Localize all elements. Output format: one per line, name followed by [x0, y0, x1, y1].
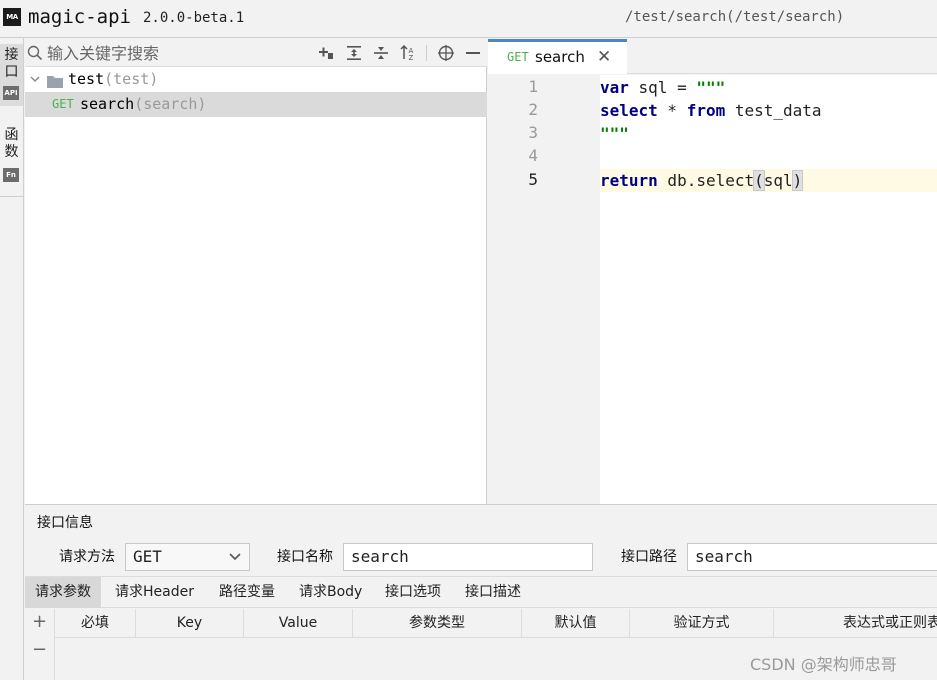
- code-token: """: [696, 78, 726, 97]
- api-icon: API: [3, 86, 19, 100]
- rail-tab-api[interactable]: 接 口 API: [0, 44, 23, 106]
- path-label: 接口路径: [621, 549, 677, 565]
- chevron-down-icon: [229, 544, 241, 580]
- bracket-match: (: [753, 170, 765, 191]
- col-expression: 表达式或正则表达式: [843, 615, 937, 631]
- code-token: sql: [763, 171, 793, 190]
- code-token: from: [686, 101, 726, 120]
- tree-group-path: (test): [104, 70, 159, 88]
- line-number: 1: [528, 77, 538, 96]
- title-bar: MA magic-api 2.0.0-beta.1 /test/search(/…: [0, 0, 937, 38]
- current-api-path: /test/search(/test/search): [625, 9, 845, 25]
- panel-title: 接口信息: [37, 515, 93, 531]
- tab-method-badge: GET: [507, 50, 529, 64]
- bracket-match: ): [791, 170, 804, 191]
- line-number: 3: [528, 123, 538, 142]
- code-line-5: return db.select(sql): [600, 169, 937, 192]
- search-icon: [27, 45, 43, 61]
- code-line-1: var sql = """: [600, 76, 937, 99]
- tree-group-name: test: [68, 70, 105, 88]
- rail-tab-functions[interactable]: 函 数 Fn: [0, 124, 23, 186]
- table-header: 必填 Key Value 参数类型 默认值 验证方式 表达式或正则表达式: [55, 609, 937, 638]
- add-icon[interactable]: [317, 44, 335, 62]
- panel-tab-bar: 请求参数 请求Header 路径变量 请求Body 接口选项 接口描述: [25, 576, 937, 608]
- code-token: var: [600, 78, 629, 97]
- toolbar-divider: [426, 45, 427, 61]
- method-select[interactable]: GET: [125, 543, 250, 571]
- tab-path-variables[interactable]: 路径变量: [209, 577, 285, 608]
- code-token: return: [600, 171, 658, 190]
- line-number: 2: [528, 100, 538, 119]
- code-token: select: [600, 101, 658, 120]
- rail-tab-functions-label: 函 数: [4, 127, 19, 160]
- tree-item-search[interactable]: GET search(search): [25, 92, 487, 117]
- remove-row-button[interactable]: −: [32, 639, 47, 660]
- app-version: 2.0.0-beta.1: [143, 10, 245, 26]
- rail-divider: [0, 196, 23, 197]
- table-actions: + −: [25, 609, 55, 680]
- tree-item-path: (search): [134, 95, 207, 113]
- watermark: CSDN @架构师忠哥: [750, 655, 897, 674]
- search-input[interactable]: [47, 42, 307, 64]
- rail-tab-api-label: 接 口: [4, 47, 19, 80]
- tab-search[interactable]: GET search ✕: [488, 39, 627, 74]
- tab-request-body[interactable]: 请求Body: [289, 577, 372, 608]
- app-logo: MA: [3, 8, 21, 26]
- function-icon: Fn: [3, 168, 19, 182]
- editor-tab-bar: GET search ✕: [488, 39, 937, 74]
- side-rail: 接 口 API 函 数 Fn: [0, 38, 24, 680]
- col-value: Value: [244, 609, 353, 638]
- col-required: 必填: [55, 609, 136, 638]
- tab-api-options[interactable]: 接口选项: [375, 577, 451, 608]
- col-param-type: 参数类型: [353, 609, 522, 638]
- tab-request-params[interactable]: 请求参数: [25, 577, 101, 608]
- tab-api-description[interactable]: 接口描述: [455, 577, 531, 608]
- minimize-icon[interactable]: [464, 44, 482, 62]
- line-number: 4: [528, 146, 538, 165]
- code-token: db.select: [657, 171, 755, 190]
- code-token: sql =: [628, 78, 697, 97]
- path-field[interactable]: search: [687, 543, 937, 571]
- expand-all-icon[interactable]: [345, 44, 363, 62]
- method-select-value: GET: [133, 547, 162, 566]
- locate-icon[interactable]: [437, 44, 455, 62]
- col-key: Key: [136, 609, 244, 638]
- method-badge: GET: [52, 97, 74, 111]
- name-label: 接口名称: [277, 549, 333, 565]
- code-line-3: """: [600, 122, 937, 145]
- code-token: """: [600, 124, 629, 143]
- tab-request-header[interactable]: 请求Header: [105, 577, 204, 608]
- add-row-button[interactable]: +: [32, 611, 47, 632]
- line-gutter: 1 2 3 4 5: [488, 75, 600, 504]
- api-explorer: AZ test(test) GET search(search): [25, 39, 487, 504]
- line-number-current: 5: [528, 170, 538, 189]
- method-label: 请求方法: [59, 549, 115, 565]
- app-title: magic-api: [28, 6, 131, 28]
- code-line-2: select * from test_data: [600, 99, 937, 122]
- close-icon[interactable]: ✕: [597, 47, 611, 67]
- explorer-toolbar: AZ: [25, 39, 487, 67]
- tree-item-name: search: [80, 95, 135, 113]
- tree-group-test[interactable]: test(test): [25, 67, 487, 92]
- col-validation: 验证方式: [630, 609, 774, 638]
- col-default: 默认值: [522, 609, 630, 638]
- code-token: *: [657, 101, 687, 120]
- code-token: test_data: [725, 101, 822, 120]
- name-field[interactable]: search: [343, 543, 593, 571]
- sort-icon[interactable]: AZ: [399, 44, 417, 62]
- code-editor[interactable]: 1 2 3 4 5 var sql = """ select * from te…: [488, 75, 937, 504]
- svg-text:Z: Z: [409, 54, 414, 62]
- collapse-all-icon[interactable]: [372, 44, 390, 62]
- tab-label: search: [535, 48, 585, 66]
